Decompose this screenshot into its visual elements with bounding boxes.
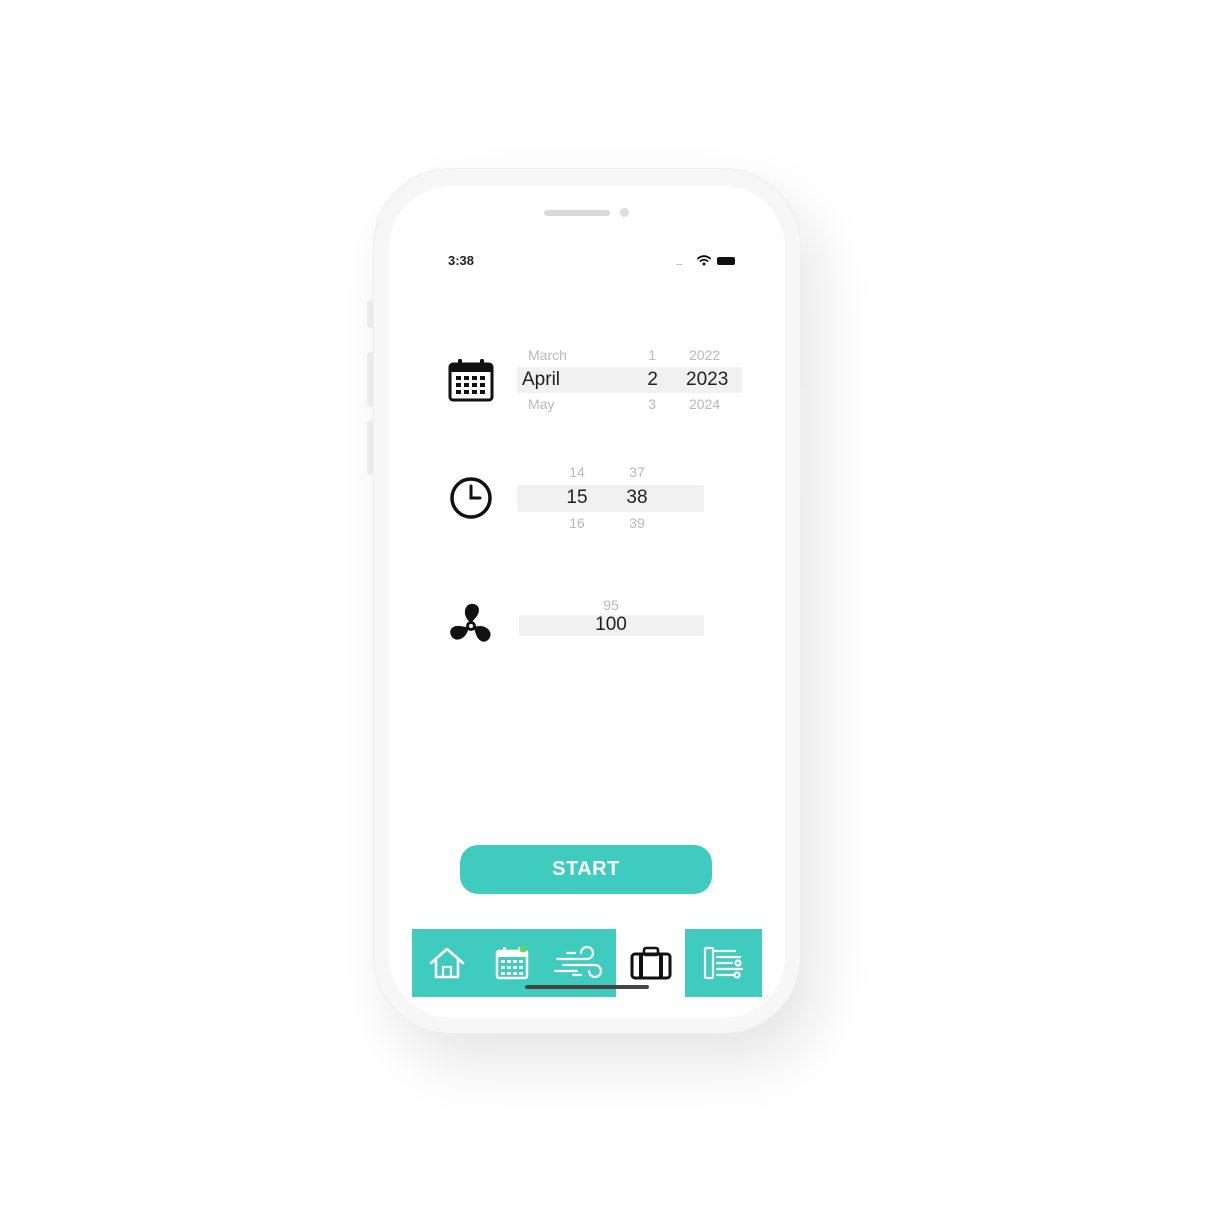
- home-indicator[interactable]: [525, 985, 649, 989]
- wifi-icon: [697, 255, 711, 266]
- earpiece-speaker: [544, 210, 610, 216]
- front-camera: [620, 208, 629, 217]
- time-picker-selection-band: [517, 485, 704, 512]
- status-time: 3:38: [448, 253, 475, 268]
- suitcase-icon: [630, 946, 671, 980]
- home-icon: [429, 947, 465, 979]
- start-button[interactable]: START: [460, 845, 712, 894]
- minute-option-below[interactable]: 39: [618, 515, 656, 531]
- status-icons: ....: [676, 254, 740, 268]
- fan-selected[interactable]: 100: [581, 614, 641, 636]
- battery-icon: [717, 257, 735, 265]
- month-option-below[interactable]: May: [528, 396, 554, 412]
- day-option-above[interactable]: 1: [636, 347, 656, 363]
- year-option-above[interactable]: 2022: [689, 347, 720, 363]
- day-selected[interactable]: 2: [636, 369, 658, 391]
- stage: 3:38 .... March April May 1 2 3 2022 202…: [0, 0, 1214, 1218]
- year-option-below[interactable]: 2024: [689, 396, 720, 412]
- hour-option-below[interactable]: 16: [558, 515, 596, 531]
- signal-icon: ....: [676, 257, 683, 267]
- fan-icon: [450, 603, 491, 642]
- tab-home[interactable]: [412, 929, 482, 997]
- day-option-below[interactable]: 3: [636, 396, 656, 412]
- month-option-above[interactable]: March: [528, 347, 567, 363]
- clock-icon: [450, 477, 492, 519]
- settings-list-icon: [703, 946, 743, 980]
- calendar-icon: [448, 359, 494, 402]
- month-selected[interactable]: April: [522, 369, 560, 391]
- wind-icon: [553, 945, 603, 979]
- year-selected[interactable]: 2023: [686, 369, 728, 391]
- minute-option-above[interactable]: 37: [618, 464, 656, 480]
- tab-settings[interactable]: [685, 929, 762, 997]
- minute-selected[interactable]: 38: [618, 487, 656, 509]
- calendar-icon: [495, 945, 529, 980]
- fan-option-above[interactable]: 95: [581, 597, 641, 613]
- hour-selected[interactable]: 15: [558, 487, 596, 509]
- hour-option-above[interactable]: 14: [558, 464, 596, 480]
- power-button: [801, 385, 808, 490]
